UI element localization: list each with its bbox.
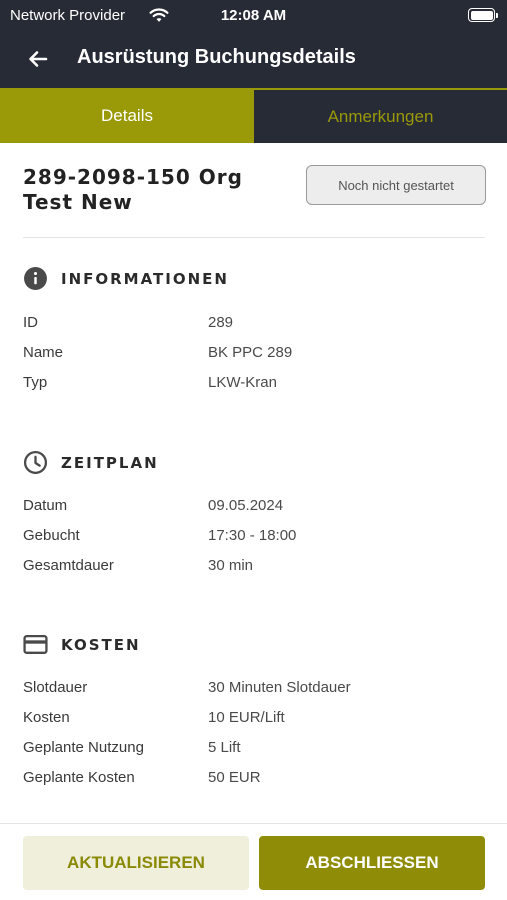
costs-row-slotdauer: Slotdauer 30 Minuten Slotdauer bbox=[23, 679, 485, 701]
row-label: ID bbox=[23, 314, 38, 331]
schedule-row-gebucht: Gebucht 17:30 - 18:00 bbox=[23, 527, 485, 549]
row-label: Geplante Nutzung bbox=[23, 739, 144, 756]
clock-time: 12:08 AM bbox=[220, 7, 287, 24]
row-label: Typ bbox=[23, 374, 48, 391]
footer-actions: AKTUALISIEREN ABSCHLIESSEN bbox=[0, 823, 507, 900]
row-value: 5 Lift bbox=[208, 739, 241, 756]
info-row-name: Name BK PPC 289 bbox=[23, 344, 485, 366]
row-label: Datum bbox=[23, 497, 68, 514]
page-title: Ausrüstung Buchungsdetails bbox=[77, 46, 356, 68]
info-icon bbox=[24, 267, 47, 290]
row-label: Geplante Kosten bbox=[23, 769, 135, 786]
schedule-row-datum: Datum 09.05.2024 bbox=[23, 497, 485, 519]
booking-name-line1: 289-2098-150 Org bbox=[23, 165, 243, 189]
status-badge: Noch nicht gestartet bbox=[306, 165, 486, 205]
row-value: 289 bbox=[208, 314, 234, 331]
divider bbox=[23, 237, 485, 238]
row-value: 09.05.2024 bbox=[208, 497, 284, 514]
row-label: Slotdauer bbox=[23, 679, 88, 696]
status-bar: Network Provider 12:08 AM bbox=[0, 0, 507, 30]
row-value: BK PPC 289 bbox=[208, 344, 293, 361]
tab-bar: Details Anmerkungen bbox=[0, 88, 507, 143]
booking-name: 289-2098-150 Org Test New bbox=[23, 165, 293, 215]
row-value: 10 EUR/Lift bbox=[208, 709, 285, 726]
info-row-id: ID 289 bbox=[23, 314, 485, 336]
credit-card-icon bbox=[23, 635, 48, 654]
costs-row-geplante-kosten: Geplante Kosten 50 EUR bbox=[23, 769, 485, 791]
complete-button[interactable]: ABSCHLIESSEN bbox=[259, 836, 485, 890]
row-label: Gebucht bbox=[23, 527, 80, 544]
row-label: Name bbox=[23, 344, 64, 361]
schedule-row-gesamtdauer: Gesamtdauer 30 min bbox=[23, 557, 485, 579]
nav-bar: Ausrüstung Buchungsdetails bbox=[0, 30, 507, 88]
battery-icon bbox=[468, 8, 498, 22]
row-value: LKW-Kran bbox=[208, 374, 277, 391]
arrow-left-icon[interactable] bbox=[24, 45, 52, 73]
row-value: 17:30 - 18:00 bbox=[208, 527, 297, 544]
section-informationen: INFORMATIONEN bbox=[23, 266, 229, 291]
section-title-zeitplan: ZEITPLAN bbox=[61, 453, 159, 472]
booking-name-line2: Test New bbox=[23, 190, 133, 214]
info-row-typ: Typ LKW-Kran bbox=[23, 374, 485, 396]
section-zeitplan: ZEITPLAN bbox=[23, 450, 159, 475]
section-kosten: KOSTEN bbox=[23, 632, 141, 657]
costs-row-geplante-nutzung: Geplante Nutzung 5 Lift bbox=[23, 739, 485, 761]
tab-anmerkungen[interactable]: Anmerkungen bbox=[254, 88, 507, 143]
row-value: 30 min bbox=[208, 557, 254, 574]
tab-details[interactable]: Details bbox=[0, 88, 254, 143]
section-title-kosten: KOSTEN bbox=[61, 635, 141, 654]
row-value: 50 EUR bbox=[208, 769, 261, 786]
clock-icon bbox=[23, 450, 48, 475]
section-title-informationen: INFORMATIONEN bbox=[61, 269, 229, 288]
booking-header: 289-2098-150 Org Test New Noch nicht ges… bbox=[23, 165, 486, 215]
update-button[interactable]: AKTUALISIEREN bbox=[23, 836, 249, 890]
row-label: Gesamtdauer bbox=[23, 557, 114, 574]
costs-row-kosten: Kosten 10 EUR/Lift bbox=[23, 709, 485, 731]
row-label: Kosten bbox=[23, 709, 70, 726]
row-value: 30 Minuten Slotdauer bbox=[208, 679, 351, 696]
